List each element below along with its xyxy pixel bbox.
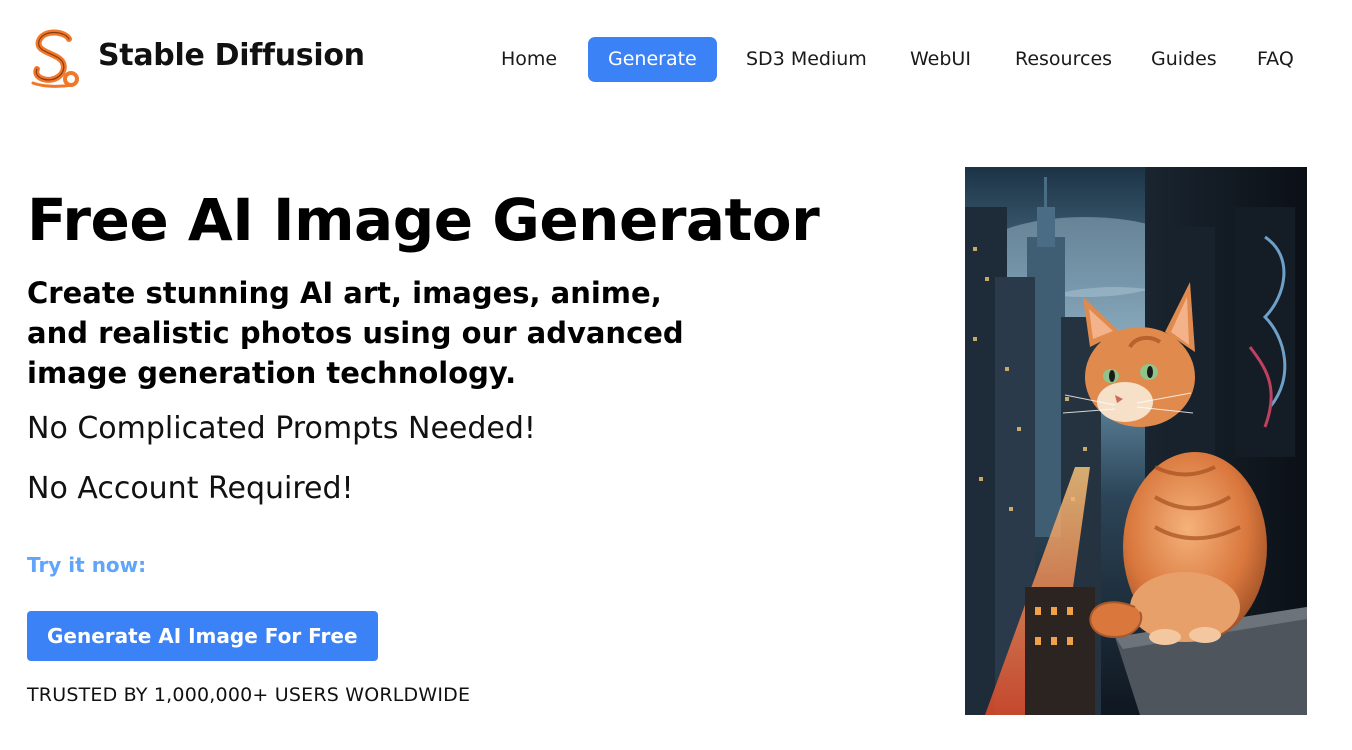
- stylized-s-logo-icon[interactable]: [29, 29, 81, 89]
- nav-sd3-medium[interactable]: SD3 Medium: [746, 37, 867, 82]
- site-header: Stable Diffusion Home Generate SD3 Mediu…: [0, 0, 1352, 118]
- hero-title: Free AI Image Generator: [27, 186, 820, 254]
- cat-city-illustration: [965, 167, 1307, 715]
- nav-guides[interactable]: Guides: [1151, 37, 1217, 82]
- nav-home[interactable]: Home: [501, 37, 557, 82]
- feature-no-prompts: No Complicated Prompts Needed!: [27, 411, 536, 446]
- nav-resources[interactable]: Resources: [1015, 37, 1112, 82]
- brand-name[interactable]: Stable Diffusion: [98, 38, 365, 73]
- try-it-label: Try it now:: [27, 553, 147, 577]
- hero-subtitle: Create stunning AI art, images, anime, a…: [27, 276, 684, 390]
- nav-webui[interactable]: WebUI: [910, 37, 971, 82]
- trusted-by-text: TRUSTED BY 1,000,000+ USERS WORLDWIDE: [27, 684, 471, 706]
- feature-no-account: No Account Required!: [27, 471, 354, 506]
- nav-faq[interactable]: FAQ: [1257, 37, 1294, 82]
- nav-generate[interactable]: Generate: [588, 37, 717, 82]
- generate-free-button[interactable]: Generate AI Image For Free: [27, 611, 378, 661]
